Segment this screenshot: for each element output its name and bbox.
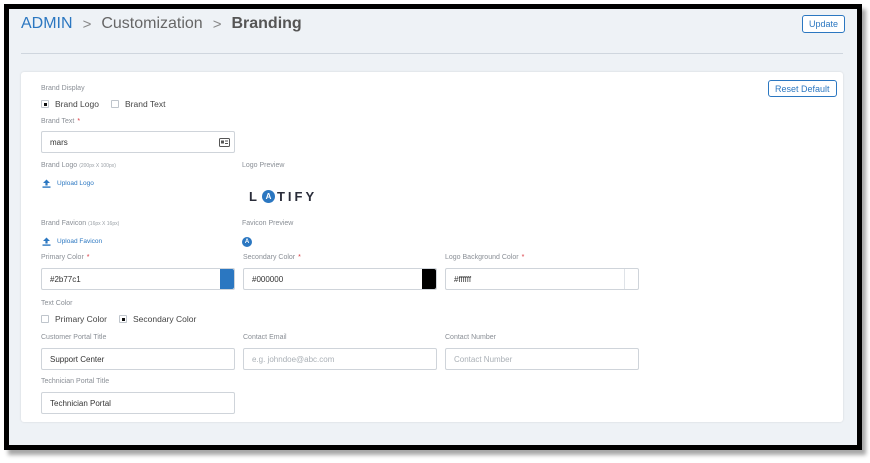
brand-text-input[interactable] xyxy=(50,137,226,147)
brand-logo-size-hint: (200px X 100px) xyxy=(79,163,116,169)
text-color-secondary-label: Secondary Color xyxy=(133,314,197,324)
brand-text-option-label: Brand Text xyxy=(125,99,166,109)
customer-portal-title-input[interactable] xyxy=(50,354,226,364)
text-color-primary-checkbox[interactable] xyxy=(41,315,49,323)
page-title: Branding xyxy=(231,15,302,32)
breadcrumb-customization[interactable]: Customization xyxy=(101,15,202,33)
text-color-secondary-option[interactable]: Secondary Color xyxy=(119,314,196,324)
required-asterisk: * xyxy=(77,118,81,125)
upload-icon xyxy=(42,237,51,246)
favicon-preview-label: Favicon Preview xyxy=(242,220,294,227)
primary-color-swatch[interactable] xyxy=(220,269,234,289)
upload-favicon-label: Upload Favicon xyxy=(57,238,103,245)
app-frame: ADMIN > Customization > Branding Update … xyxy=(4,4,862,450)
secondary-color-label: Secondary Color * xyxy=(243,254,301,261)
technician-portal-title-label: Technician Portal Title xyxy=(41,378,110,385)
brand-logo-label-text: Brand Logo xyxy=(41,162,78,169)
logo-preview: L A TIFY xyxy=(249,189,317,204)
logo-bg-color-field[interactable] xyxy=(445,268,639,290)
contact-number-field[interactable] xyxy=(445,348,639,370)
upload-icon xyxy=(42,179,51,188)
brand-favicon-label: Brand Favicon (16px X 16px) xyxy=(41,220,119,227)
brand-text-checkbox[interactable] xyxy=(111,100,119,108)
brand-text-label: Brand Text * xyxy=(41,118,80,125)
id-card-icon xyxy=(219,138,230,147)
secondary-color-field[interactable] xyxy=(243,268,437,290)
logo-bg-color-input[interactable] xyxy=(454,274,630,284)
logo-preview-label: Logo Preview xyxy=(242,162,285,169)
contact-number-label: Contact Number xyxy=(445,334,496,341)
customer-portal-title-field[interactable] xyxy=(41,348,235,370)
required-asterisk: * xyxy=(298,254,301,261)
required-asterisk: * xyxy=(521,254,525,261)
primary-color-label: Primary Color * xyxy=(41,254,90,261)
customer-portal-title-label: Customer Portal Title xyxy=(41,334,107,341)
breadcrumb-separator: > xyxy=(212,15,222,33)
brand-logo-option[interactable]: Brand Logo xyxy=(41,99,99,109)
technician-portal-title-input[interactable] xyxy=(50,398,226,408)
brand-display-label: Brand Display xyxy=(41,85,85,92)
branding-card: Reset Default Brand Display Brand Logo B… xyxy=(21,72,843,422)
text-color-primary-option[interactable]: Primary Color xyxy=(41,314,107,324)
header-divider xyxy=(21,53,843,54)
secondary-color-input[interactable] xyxy=(252,274,428,284)
upload-logo-link[interactable]: Upload Logo xyxy=(42,179,94,188)
secondary-color-swatch[interactable] xyxy=(422,269,436,289)
update-button[interactable]: Update xyxy=(802,15,846,33)
primary-color-input[interactable] xyxy=(50,274,226,284)
text-color-label: Text Color xyxy=(41,300,73,307)
logo-bg-color-label: Logo Background Color * xyxy=(445,254,524,261)
favicon-preview: A xyxy=(242,237,252,247)
breadcrumb: ADMIN > Customization > Branding xyxy=(21,15,302,33)
technician-portal-title-field[interactable] xyxy=(41,392,235,414)
text-color-primary-label: Primary Color xyxy=(55,314,107,324)
upload-logo-label: Upload Logo xyxy=(57,180,94,187)
primary-color-label-text: Primary Color xyxy=(41,254,84,261)
secondary-color-label-text: Secondary Color xyxy=(243,254,296,261)
brand-text-field[interactable] xyxy=(41,131,235,153)
logo-a-mark: A xyxy=(261,190,275,203)
brand-logo-checkbox[interactable] xyxy=(41,100,49,108)
logo-bg-color-label-text: Logo Background Color xyxy=(445,254,519,261)
upload-favicon-link[interactable]: Upload Favicon xyxy=(42,237,102,246)
brand-logo-label: Brand Logo (200px X 100px) xyxy=(41,162,116,169)
primary-color-field[interactable] xyxy=(41,268,235,290)
reset-default-button[interactable]: Reset Default xyxy=(768,80,837,97)
logo-text-left: L xyxy=(249,189,260,204)
breadcrumb-separator: > xyxy=(82,15,92,33)
contact-email-field[interactable] xyxy=(243,348,437,370)
text-color-secondary-checkbox[interactable] xyxy=(119,315,127,323)
brand-text-label-text: Brand Text xyxy=(41,118,75,125)
brand-favicon-size-hint: (16px X 16px) xyxy=(88,221,120,227)
brand-text-option[interactable]: Brand Text xyxy=(111,99,165,109)
contact-number-input[interactable] xyxy=(454,354,630,364)
logo-bg-color-swatch[interactable] xyxy=(624,269,638,289)
contact-email-label: Contact Email xyxy=(243,334,287,341)
breadcrumb-admin[interactable]: ADMIN xyxy=(21,15,73,33)
required-asterisk: * xyxy=(86,254,90,261)
brand-favicon-label-text: Brand Favicon xyxy=(41,220,87,227)
brand-logo-option-label: Brand Logo xyxy=(55,99,99,109)
contact-email-input[interactable] xyxy=(252,354,428,364)
logo-text-right: TIFY xyxy=(276,189,318,204)
